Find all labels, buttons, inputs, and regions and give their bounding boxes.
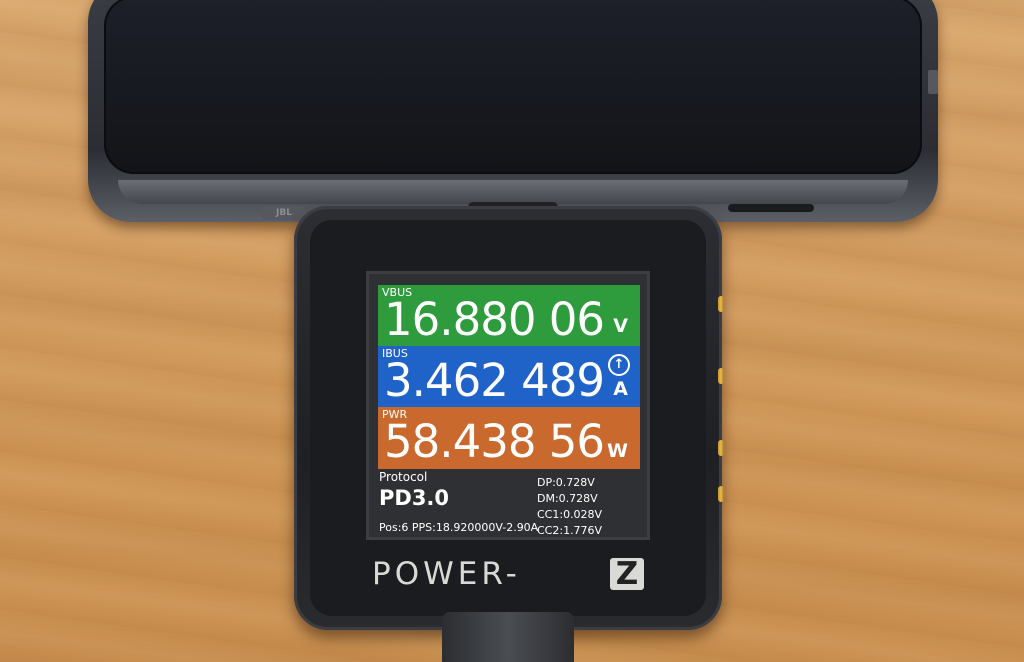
usb-c-cable (442, 612, 574, 662)
pwr-value: 58.438 56 (384, 415, 605, 468)
ibus-unit: A (613, 378, 628, 400)
contact-pin (718, 486, 724, 502)
ibus-value: 3.462 489 (384, 354, 605, 407)
brand-word: POWER- (372, 556, 521, 592)
protocol-info: Protocol PD3.0 DP:0.728V DM:0.728V CC1:0… (379, 468, 641, 537)
brand-z-badge: Z (610, 558, 644, 590)
speaker-grille (728, 204, 814, 212)
contact-pin (718, 440, 724, 456)
pwr-panel: PWR 58.438 56 W (378, 407, 640, 469)
protocol-label: Protocol (379, 470, 428, 484)
arrow-up-circle-icon: ↑ (608, 354, 630, 376)
meter-display: VBUS 16.880 06 V IBUS 3.462 489 ↑ A PWR … (366, 271, 650, 540)
cc1-voltage: CC1:0.028V (537, 508, 603, 521)
line-voltages: DP:0.728V DM:0.728V CC1:0.028V CC2:1.776… (537, 475, 637, 537)
ibus-panel: IBUS 3.462 489 ↑ A (378, 346, 640, 408)
phone-side-button (928, 70, 938, 94)
pps-readout: Pos:6 PPS:18.920000V-2.90A (379, 521, 539, 534)
dm-voltage: DM:0.728V (537, 492, 598, 505)
contact-pin (718, 296, 724, 312)
phone-screen (104, 0, 922, 174)
contact-pin (718, 368, 724, 384)
dp-voltage: DP:0.728V (537, 476, 595, 489)
vbus-panel: VBUS 16.880 06 V (378, 285, 640, 347)
cc2-voltage: CC2:1.776V (537, 524, 603, 537)
phone-logo: JBL (262, 206, 306, 220)
protocol-value: PD3.0 (379, 486, 450, 510)
pwr-unit: W (607, 440, 628, 462)
phone-bottom-edge (118, 180, 908, 204)
brand-logo: POWER- Z (364, 556, 652, 592)
vbus-value: 16.880 06 (384, 293, 605, 346)
smartphone (88, 0, 938, 222)
vbus-unit: V (613, 315, 628, 337)
